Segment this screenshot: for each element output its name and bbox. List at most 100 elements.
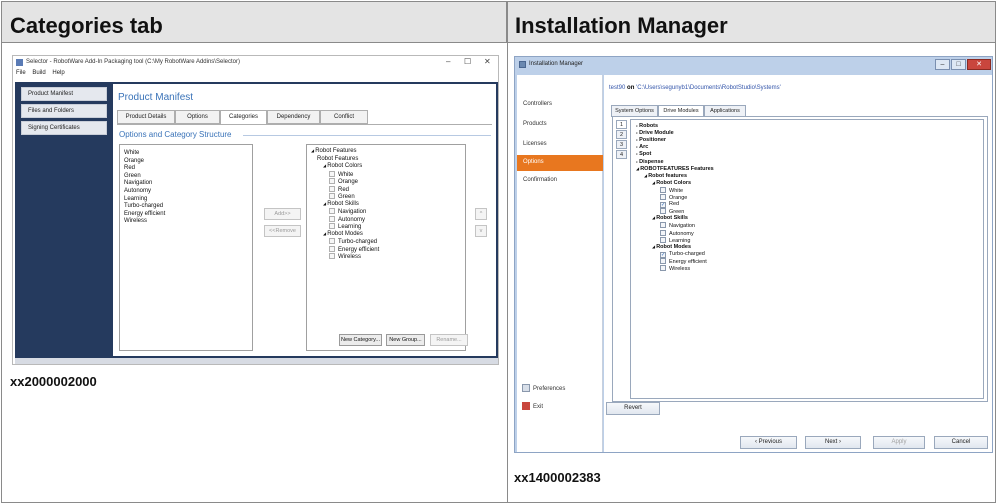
sidebar-item-confirmation[interactable]: Confirmation bbox=[517, 173, 603, 189]
sidebar-item-licenses[interactable]: Licenses bbox=[517, 137, 603, 153]
checkbox-icon[interactable] bbox=[329, 238, 335, 244]
remove-button[interactable]: <<Remove bbox=[264, 225, 301, 237]
checkbox-icon[interactable] bbox=[329, 245, 335, 252]
checkbox-icon[interactable] bbox=[329, 193, 335, 199]
option-list-item[interactable]: Navigation bbox=[124, 180, 252, 188]
menu-build[interactable]: Build bbox=[32, 70, 45, 76]
drive-module-tab-1[interactable]: 1 bbox=[616, 120, 627, 129]
tree-leaf-item[interactable]: Autonomy bbox=[329, 215, 365, 223]
checkbox-icon[interactable] bbox=[660, 257, 666, 264]
drive-module-tab-4[interactable]: 4 bbox=[616, 150, 627, 159]
apply-button[interactable]: Apply bbox=[873, 436, 925, 449]
option-list-item[interactable]: Orange bbox=[124, 158, 252, 166]
tree-leaf-item[interactable]: Orange bbox=[660, 194, 687, 201]
move-up-button[interactable]: ^ bbox=[475, 208, 487, 220]
tab-product-details[interactable]: Product Details bbox=[117, 110, 175, 124]
tab-options[interactable]: Options bbox=[175, 110, 220, 124]
tree-leaf-item[interactable]: Red bbox=[329, 185, 349, 193]
option-list-item[interactable]: Autonomy bbox=[124, 188, 252, 196]
menu-help[interactable]: Help bbox=[52, 70, 64, 76]
checkbox-icon[interactable] bbox=[329, 215, 335, 222]
category-tree[interactable]: ◢ Robot Features Robot Features ◢ Robot Co… bbox=[306, 144, 466, 351]
tree-group-item[interactable]: ▹ Robots bbox=[636, 123, 658, 129]
tree-leaf-item[interactable]: Navigation bbox=[329, 208, 366, 215]
tree-group-item[interactable]: ▹ Drive Module bbox=[636, 130, 674, 136]
tree-group-item[interactable]: ◢ ROBOTFEATURES Features bbox=[636, 166, 714, 172]
tree-leaf-item[interactable]: Green bbox=[329, 193, 355, 200]
tree-leaf-item[interactable]: White bbox=[660, 186, 683, 194]
tree-group-item[interactable]: ◢ Robot Colors bbox=[323, 163, 362, 169]
checked-checkbox-icon[interactable]: ✓ bbox=[660, 251, 666, 258]
menu-file[interactable]: File bbox=[16, 70, 26, 76]
new-group-button[interactable]: New Group... bbox=[386, 334, 425, 346]
checkbox-icon[interactable] bbox=[660, 194, 666, 200]
tree-leaf-item[interactable]: Orange bbox=[329, 178, 358, 185]
sidebar-item-controllers[interactable]: Controllers bbox=[517, 97, 603, 113]
tree-leaf-item[interactable]: ✓ Turbo-charged bbox=[660, 251, 705, 258]
maximize-icon[interactable]: ☐ bbox=[464, 57, 471, 66]
tree-group-item[interactable]: ◢ Robot features bbox=[644, 173, 687, 179]
tree-group-item[interactable]: ▹ Positioner bbox=[636, 137, 666, 143]
options-list[interactable]: White Orange Red Green Navigation Autonomy Lea… bbox=[119, 144, 253, 351]
checkbox-icon[interactable] bbox=[329, 253, 335, 259]
cancel-button[interactable]: Cancel bbox=[934, 436, 988, 449]
preferences-link[interactable]: Preferences bbox=[522, 384, 565, 392]
checkbox-icon[interactable] bbox=[329, 170, 335, 177]
checkbox-icon[interactable] bbox=[660, 229, 666, 236]
option-list-item[interactable]: Learning bbox=[124, 196, 252, 204]
tree-group-item[interactable]: ▹ Arc bbox=[636, 144, 648, 150]
move-down-button[interactable]: v bbox=[475, 225, 487, 237]
tree-leaf-item[interactable]: Navigation bbox=[660, 222, 695, 229]
tree-group-item[interactable]: ◢ Robot Skills bbox=[323, 201, 359, 207]
tab-dependency[interactable]: Dependency bbox=[267, 110, 320, 124]
checkbox-icon[interactable] bbox=[660, 208, 666, 215]
option-list-item[interactable]: Green bbox=[124, 173, 252, 181]
tree-leaf-item[interactable]: ✓ Red bbox=[660, 201, 679, 209]
tree-leaf-item[interactable]: Learning bbox=[660, 236, 690, 244]
option-list-item[interactable]: Turbo-charged bbox=[124, 203, 252, 211]
tree-group-item[interactable]: ▹ Spot bbox=[636, 151, 651, 157]
minimize-icon[interactable]: – bbox=[935, 59, 950, 70]
tab-conflict[interactable]: Conflict bbox=[320, 110, 368, 124]
tree-leaf-item[interactable]: Wireless bbox=[329, 253, 361, 260]
tree-group-item[interactable]: ▹ Dispense bbox=[636, 159, 664, 165]
revert-button[interactable]: Revert bbox=[606, 402, 660, 415]
checkbox-icon[interactable] bbox=[329, 223, 335, 229]
rename-button[interactable]: Rename... bbox=[430, 334, 468, 346]
tree-group-item[interactable]: ◢ Robot Modes bbox=[323, 231, 363, 237]
drive-module-tab-3[interactable]: 3 bbox=[616, 140, 627, 149]
sidebar-item-product-manifest[interactable]: Product Manifest bbox=[21, 87, 107, 101]
tree-group-item[interactable]: Robot Features bbox=[317, 156, 358, 162]
drive-module-tab-2[interactable]: 2 bbox=[616, 130, 627, 139]
option-list-item[interactable]: White bbox=[124, 150, 252, 158]
checkbox-icon[interactable] bbox=[660, 236, 666, 243]
exit-link[interactable]: Exit bbox=[522, 402, 543, 410]
tree-leaf-item[interactable]: White bbox=[329, 170, 353, 178]
checkbox-icon[interactable] bbox=[660, 186, 666, 193]
close-icon[interactable]: ✕ bbox=[967, 59, 991, 70]
previous-button[interactable]: ‹ Previous bbox=[740, 436, 797, 449]
next-button[interactable]: Next › bbox=[805, 436, 861, 449]
tree-leaf-item[interactable]: Energy efficient bbox=[660, 257, 707, 265]
tree-leaf-item[interactable]: Energy efficient bbox=[329, 245, 379, 253]
tree-leaf-item[interactable]: Turbo-charged bbox=[329, 238, 377, 245]
tree-leaf-item[interactable]: Green bbox=[660, 208, 684, 215]
option-list-item[interactable]: Wireless bbox=[124, 218, 252, 226]
checked-checkbox-icon[interactable]: ✓ bbox=[660, 202, 666, 209]
tree-leaf-item[interactable]: Wireless bbox=[660, 265, 690, 272]
minimize-icon[interactable]: – bbox=[446, 57, 450, 66]
tree-group-item[interactable]: ◢ Robot Colors bbox=[652, 180, 691, 186]
option-list-item[interactable]: Energy efficient bbox=[124, 211, 252, 219]
tab-categories[interactable]: Categories bbox=[220, 110, 267, 125]
add-button[interactable]: Add>> bbox=[264, 208, 301, 220]
sidebar-item-signing-certificates[interactable]: Signing Certificates bbox=[21, 121, 107, 135]
options-tree[interactable]: ▹ Robots ▹ Drive Module ▹ Positioner ▹ Arc ▹… bbox=[630, 119, 984, 399]
checkbox-icon[interactable] bbox=[329, 178, 335, 184]
tree-leaf-item[interactable]: Autonomy bbox=[660, 229, 694, 237]
tree-group-item[interactable]: ◢ Robot Skills bbox=[652, 215, 688, 221]
sidebar-item-products[interactable]: Products bbox=[517, 117, 603, 133]
new-category-button[interactable]: New Category... bbox=[339, 334, 382, 346]
checkbox-icon[interactable] bbox=[660, 222, 666, 229]
maximize-icon[interactable]: □ bbox=[951, 59, 966, 70]
sidebar-item-files-and-folders[interactable]: Files and Folders bbox=[21, 104, 107, 118]
